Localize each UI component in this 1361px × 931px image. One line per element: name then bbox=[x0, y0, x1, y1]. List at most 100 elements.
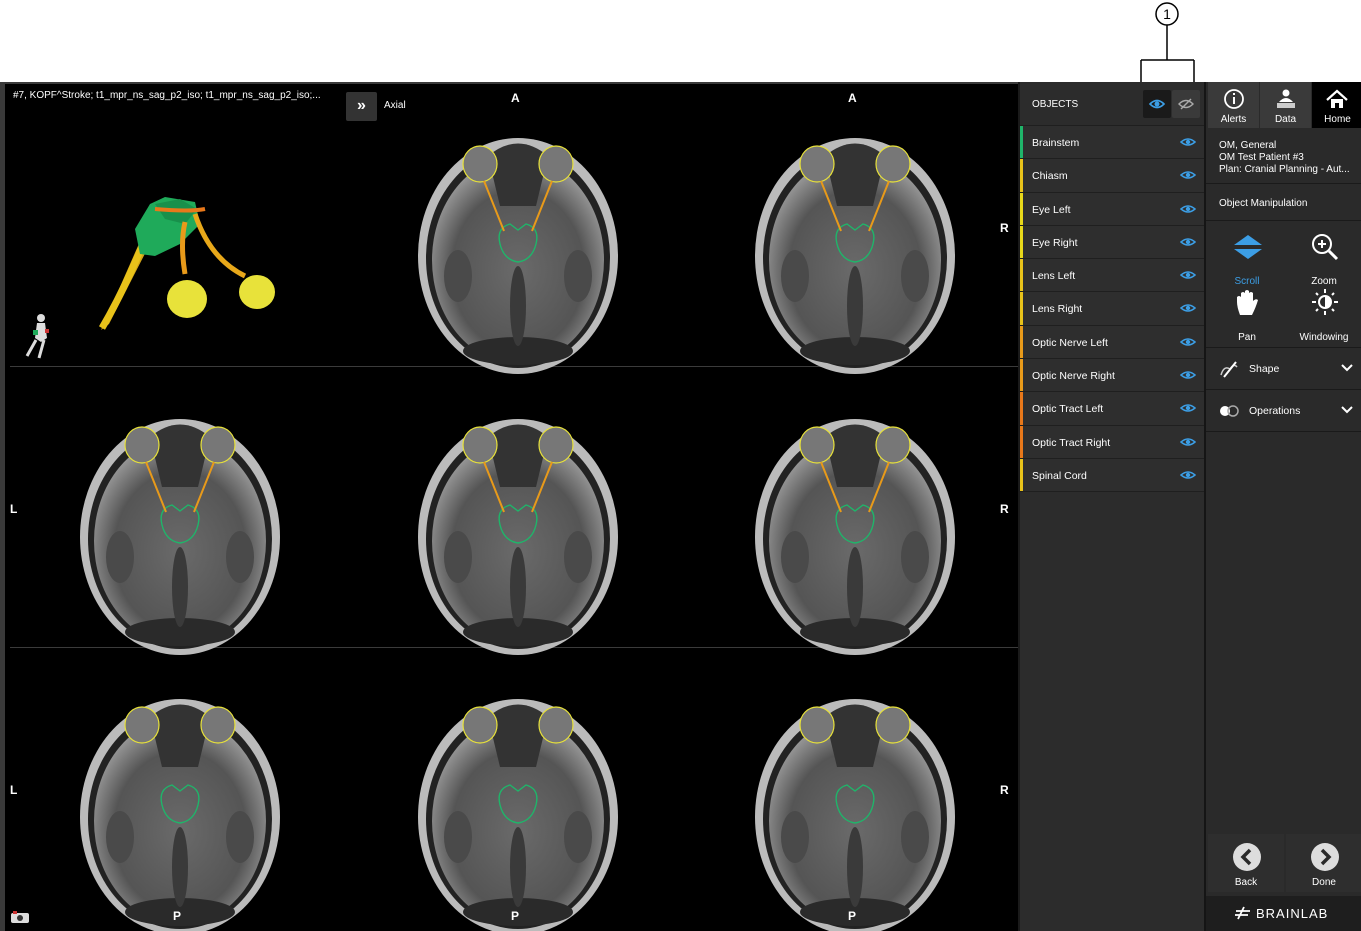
plan-name: Plan: Cranial Planning - Aut... bbox=[1219, 164, 1350, 175]
object-name: Optic Nerve Right bbox=[1032, 370, 1115, 383]
home-button[interactable]: Home bbox=[1312, 82, 1361, 128]
shape-label: Shape bbox=[1249, 363, 1280, 375]
manipulation-tools: Scroll Zoom Pan Windowing bbox=[1206, 220, 1361, 348]
orient-label-posterior: P bbox=[511, 909, 520, 923]
object-item[interactable]: Optic Nerve Left bbox=[1020, 325, 1204, 360]
object-name: Optic Tract Right bbox=[1032, 436, 1111, 449]
section-title: Object Manipulation bbox=[1219, 198, 1308, 209]
object-item[interactable]: Eye Right bbox=[1020, 225, 1204, 260]
shape-accordion[interactable]: Shape bbox=[1206, 348, 1361, 390]
object-color-swatch bbox=[1020, 225, 1023, 259]
eye-icon[interactable] bbox=[1180, 269, 1196, 281]
brightness-icon bbox=[1312, 289, 1338, 315]
zoom-tool[interactable]: Zoom bbox=[1285, 231, 1361, 287]
eye-icon[interactable] bbox=[1180, 169, 1196, 181]
object-name: Spinal Cord bbox=[1032, 469, 1087, 482]
data-icon bbox=[1277, 89, 1295, 108]
objects-title: OBJECTS bbox=[1032, 99, 1079, 110]
object-color-swatch bbox=[1020, 192, 1023, 225]
scroll-tool[interactable]: Scroll bbox=[1208, 231, 1286, 287]
eye-icon[interactable] bbox=[1180, 203, 1196, 215]
image-viewer[interactable]: #7, KOPF^Stroke; t1_mpr_ns_sag_p2_iso; t… bbox=[0, 82, 1023, 931]
brainlab-logo-icon bbox=[1235, 906, 1250, 920]
object-item[interactable]: Lens Left bbox=[1020, 259, 1204, 293]
scroll-label: Scroll bbox=[1234, 276, 1260, 287]
camera-icon[interactable] bbox=[9, 910, 31, 924]
eye-icon bbox=[1148, 99, 1166, 109]
hand-icon bbox=[1237, 290, 1258, 315]
eye-icon[interactable] bbox=[1180, 302, 1196, 314]
eye-icon[interactable] bbox=[1180, 436, 1196, 448]
callout-annotation: 1 bbox=[1140, 2, 1195, 82]
object-name: Optic Nerve Left bbox=[1032, 336, 1108, 349]
zoom-label: Zoom bbox=[1311, 276, 1337, 287]
eye-icon[interactable] bbox=[1180, 469, 1196, 481]
object-item[interactable]: Chiasm bbox=[1020, 159, 1204, 193]
chevron-down-icon bbox=[1341, 364, 1353, 372]
eye-off-icon bbox=[1178, 98, 1194, 110]
patient-id: OM Test Patient #3 bbox=[1219, 152, 1304, 163]
object-color-swatch bbox=[1020, 458, 1023, 492]
scroll-icon bbox=[1234, 235, 1262, 259]
object-item[interactable]: Optic Tract Left bbox=[1020, 392, 1204, 426]
object-color-swatch bbox=[1020, 292, 1023, 325]
windowing-tool[interactable]: Windowing bbox=[1285, 287, 1361, 343]
callout-number: 1 bbox=[1163, 6, 1171, 22]
home-icon bbox=[1326, 89, 1348, 108]
shape-edit-icon bbox=[1220, 361, 1238, 378]
object-name: Eye Left bbox=[1032, 203, 1071, 216]
done-label: Done bbox=[1312, 877, 1336, 888]
object-name: Optic Tract Left bbox=[1032, 403, 1104, 416]
show-all-objects-button[interactable] bbox=[1143, 90, 1171, 118]
operations-label: Operations bbox=[1249, 405, 1301, 417]
object-color-swatch bbox=[1020, 259, 1023, 292]
orient-label-anterior: A bbox=[511, 91, 520, 105]
brand-footer: BRAINLAB bbox=[1206, 896, 1361, 931]
object-color-swatch bbox=[1020, 126, 1023, 159]
orient-label-right: R bbox=[1000, 221, 1009, 235]
zoom-icon bbox=[1312, 234, 1339, 261]
orient-label-right: R bbox=[1000, 783, 1009, 797]
pan-tool[interactable]: Pan bbox=[1208, 287, 1286, 343]
eye-icon[interactable] bbox=[1180, 369, 1196, 381]
home-label: Home bbox=[1324, 114, 1351, 125]
hide-all-objects-button[interactable] bbox=[1172, 90, 1200, 118]
eye-icon[interactable] bbox=[1180, 136, 1196, 148]
orient-label-posterior: P bbox=[173, 909, 182, 923]
done-button[interactable]: Done bbox=[1286, 834, 1361, 892]
object-item[interactable]: Spinal Cord bbox=[1020, 458, 1204, 493]
eye-icon[interactable] bbox=[1180, 236, 1196, 248]
object-item[interactable]: Optic Tract Right bbox=[1020, 425, 1204, 459]
object-color-swatch bbox=[1020, 159, 1023, 192]
windowing-label: Windowing bbox=[1299, 332, 1349, 343]
orient-label-anterior: A bbox=[848, 91, 857, 105]
eye-icon[interactable] bbox=[1180, 402, 1196, 414]
object-item[interactable]: Optic Nerve Right bbox=[1020, 359, 1204, 393]
patient-name: OM, General bbox=[1219, 140, 1277, 151]
object-name: Eye Right bbox=[1032, 236, 1078, 249]
back-button[interactable]: Back bbox=[1208, 834, 1284, 892]
axial-slices bbox=[79, 137, 956, 931]
object-name: Brainstem bbox=[1032, 137, 1080, 149]
object-name: Lens Left bbox=[1032, 270, 1076, 283]
operations-accordion[interactable]: Operations bbox=[1206, 390, 1361, 432]
info-icon bbox=[1224, 89, 1244, 109]
orient-label-posterior: P bbox=[848, 909, 857, 923]
brand-name: BRAINLAB bbox=[1256, 906, 1329, 921]
object-item[interactable]: Brainstem bbox=[1020, 126, 1204, 160]
chevron-right-circle-icon bbox=[1311, 843, 1339, 871]
pan-label: Pan bbox=[1238, 332, 1256, 343]
object-item[interactable]: Lens Right bbox=[1020, 292, 1204, 326]
objects-header: OBJECTS bbox=[1020, 82, 1204, 126]
chevron-down-icon bbox=[1341, 406, 1353, 414]
object-color-swatch bbox=[1020, 325, 1023, 359]
eye-icon[interactable] bbox=[1180, 336, 1196, 348]
object-color-swatch bbox=[1020, 359, 1023, 392]
alerts-button[interactable]: Alerts bbox=[1208, 82, 1259, 128]
orient-label-left: L bbox=[10, 783, 18, 797]
orient-label-right: R bbox=[1000, 502, 1009, 516]
object-item[interactable]: Eye Left bbox=[1020, 192, 1204, 226]
data-button[interactable]: Data bbox=[1260, 82, 1311, 128]
object-name: Lens Right bbox=[1032, 303, 1083, 316]
object-color-swatch bbox=[1020, 392, 1023, 425]
